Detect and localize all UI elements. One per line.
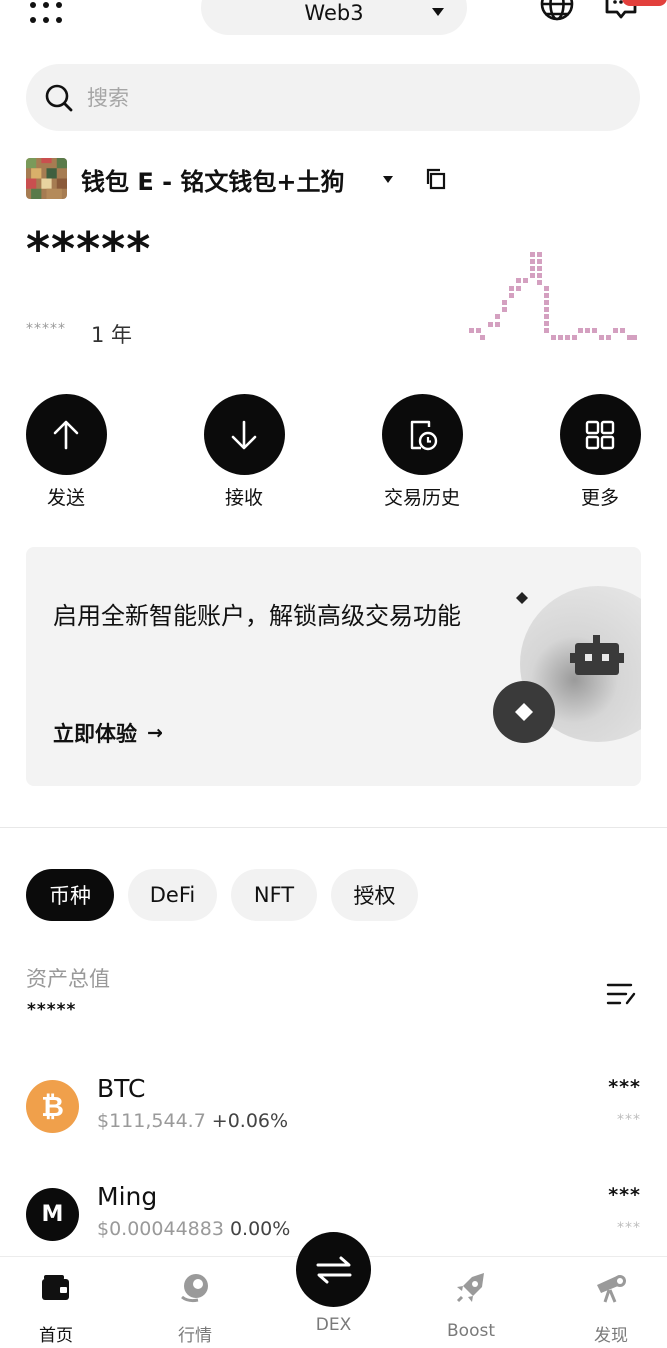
notification-badge — [622, 0, 667, 6]
asset-amount: *** — [608, 1184, 641, 1206]
btc-logo-icon: ₿ — [26, 1080, 79, 1133]
wallet-dropdown-icon[interactable] — [383, 176, 393, 183]
nav-boost-label: Boost — [447, 1321, 495, 1341]
rocket-icon — [456, 1273, 484, 1303]
send-label: 发送 — [46, 487, 85, 509]
grid-icon — [585, 420, 615, 449]
market-icon — [181, 1274, 208, 1303]
dex-swap-button[interactable] — [296, 1232, 371, 1307]
history-icon — [410, 420, 438, 450]
search-bar[interactable] — [26, 64, 640, 131]
menu-grid-icon[interactable] — [30, 2, 64, 26]
total-assets-label: 资产总值 — [26, 967, 110, 991]
promo-title: 启用全新智能账户，解锁高级交易功能 — [53, 602, 461, 630]
arrow-up-icon — [53, 420, 79, 449]
tab-tokens[interactable]: 币种 — [26, 869, 114, 921]
send-button[interactable]: 发送 — [11, 394, 121, 510]
asset-price-line: $111,544.7 +0.06% — [97, 1110, 288, 1132]
robot-illustration — [493, 586, 641, 743]
copy-icon[interactable] — [425, 167, 447, 191]
network-switcher[interactable]: Web3 — [201, 0, 467, 35]
asset-amount: *** — [608, 1076, 641, 1098]
promo-cta-label: 立即体验 — [53, 722, 137, 746]
asset-change: 0.00% — [229, 1218, 291, 1240]
receive-label: 接收 — [224, 487, 263, 509]
section-divider — [0, 827, 667, 828]
total-balance[interactable]: ***** — [26, 222, 151, 276]
tab-nft[interactable]: NFT — [231, 869, 317, 921]
more-button[interactable]: 更多 — [545, 394, 655, 510]
asset-row-btc[interactable]: ₿ BTC $111,544.7 +0.06% *** *** — [26, 1072, 641, 1162]
asset-value: *** — [617, 1220, 641, 1236]
nav-market-label: 行情 — [178, 1326, 212, 1346]
ming-logo-icon: M — [26, 1188, 79, 1241]
history-button[interactable]: 交易历史 — [367, 394, 477, 510]
arrow-right-icon: → — [147, 722, 163, 744]
sort-icon[interactable] — [606, 982, 636, 1006]
history-label: 交易历史 — [383, 487, 460, 509]
nav-dex-label: DEX — [315, 1315, 352, 1335]
smart-account-banner[interactable]: 启用全新智能账户，解锁高级交易功能 立即体验 → — [26, 547, 641, 786]
search-input[interactable] — [87, 85, 587, 110]
wallet-icon — [42, 1275, 69, 1300]
balance-sparkline — [469, 252, 637, 340]
swap-icon — [316, 1256, 351, 1283]
period-selector[interactable]: 1 年 — [91, 319, 132, 349]
asset-price: $0.00044883 — [97, 1218, 224, 1240]
receive-button[interactable]: 接收 — [189, 394, 299, 510]
network-label: Web3 — [304, 1, 364, 25]
nav-market[interactable]: 行情 — [150, 1271, 240, 1346]
nav-boost[interactable]: Boost — [426, 1271, 516, 1341]
telescope-icon — [597, 1275, 626, 1303]
caret-down-icon — [432, 8, 444, 16]
globe-icon[interactable] — [539, 0, 575, 24]
tab-defi[interactable]: DeFi — [128, 869, 217, 921]
pnl-value: ***** — [26, 321, 66, 337]
asset-value: *** — [617, 1112, 641, 1128]
wallet-name[interactable]: 钱包 E - 铭文钱包+土狗 — [81, 162, 345, 197]
tab-approvals[interactable]: 授权 — [331, 869, 418, 921]
asset-symbol: BTC — [97, 1074, 146, 1103]
nav-discover-label: 发现 — [594, 1326, 628, 1346]
more-label: 更多 — [580, 487, 619, 509]
total-assets-value: ***** — [27, 1000, 77, 1020]
nav-home-label: 首页 — [39, 1326, 73, 1346]
nav-discover[interactable]: 发现 — [566, 1271, 656, 1346]
asset-tabs: 币种 DeFi NFT 授权 — [26, 869, 418, 921]
nav-home[interactable]: 首页 — [11, 1271, 101, 1346]
search-icon — [45, 84, 73, 111]
asset-change: +0.06% — [211, 1110, 289, 1132]
asset-symbol: Ming — [97, 1182, 158, 1211]
asset-price-line: $0.00044883 0.00% — [97, 1218, 290, 1240]
asset-price: $111,544.7 — [97, 1110, 206, 1132]
arrow-down-icon — [231, 420, 257, 449]
wallet-avatar[interactable] — [26, 158, 67, 199]
promo-cta-button[interactable]: 立即体验 → — [53, 718, 163, 748]
